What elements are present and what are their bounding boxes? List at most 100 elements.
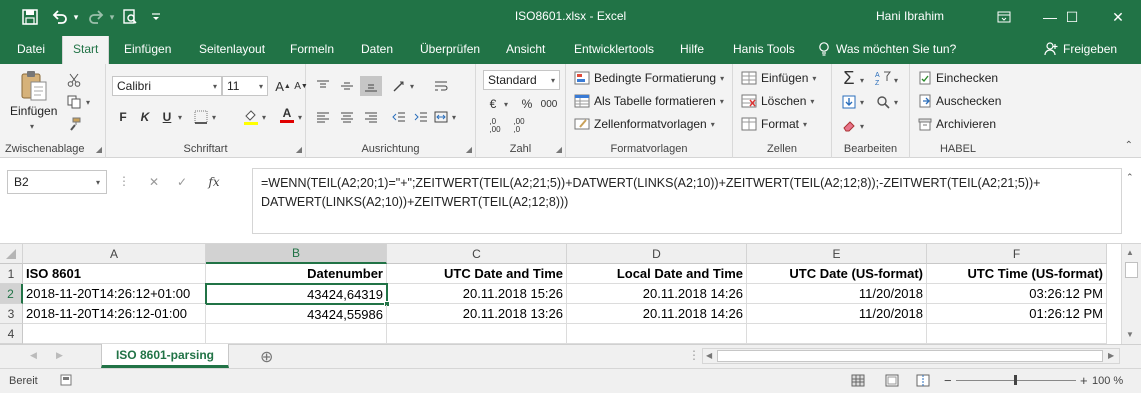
sheet-tab-iso-8601-parsing[interactable]: ISO 8601-parsing [101,344,229,368]
column-header-b[interactable]: B [206,244,387,264]
formula-input[interactable]: =WENN(TEIL(A2;20;1)="+";ZEITWERT(TEIL(A2… [252,168,1122,234]
scroll-right-icon[interactable]: ▶ [1108,351,1114,360]
autosum-dropdown-icon[interactable]: ▾ [860,76,864,85]
macro-record-icon[interactable] [60,374,72,389]
zoom-out-button[interactable]: − [944,373,952,388]
name-box[interactable]: B2 ▾ [7,170,107,194]
page-break-view-icon[interactable] [916,374,930,390]
sort-filter-button[interactable]: AZ [872,68,894,88]
cancel-formula-button[interactable]: ✕ [140,175,168,189]
cell-a4[interactable] [23,324,206,344]
copy-dropdown-icon[interactable]: ▾ [86,98,90,107]
column-header-d[interactable]: D [567,244,747,264]
currency-format-button[interactable]: € [482,94,504,114]
merge-dropdown-icon[interactable]: ▾ [452,113,456,122]
new-sheet-button[interactable]: ⊕ [260,347,273,367]
paste-button[interactable]: Einfügen [10,70,57,118]
tab-seitenlayout[interactable]: Seitenlayout [199,42,265,56]
cell-d4[interactable] [567,324,747,344]
fill-color-dropdown-icon[interactable]: ▾ [262,113,266,122]
cell-f3[interactable]: 01:26:12 PM [927,304,1107,324]
tab-formeln[interactable]: Formeln [290,42,334,56]
page-layout-view-icon[interactable] [885,374,899,390]
collapse-ribbon-icon[interactable]: ⌃ [1125,140,1133,151]
expand-formula-bar-icon[interactable]: ⌃ [1126,172,1134,183]
zoom-level[interactable]: 100 % [1092,375,1123,387]
cell-e1[interactable]: UTC Date (US-format) [747,264,927,284]
normal-view-icon[interactable] [851,374,865,390]
cell-e3[interactable]: 11/20/2018 [747,304,927,324]
underline-button[interactable]: U [156,107,178,127]
align-top-icon[interactable] [312,76,334,96]
find-select-button[interactable] [872,92,894,112]
tab-start[interactable]: Start [62,36,110,64]
thousands-separator-button[interactable]: 000 [538,94,560,114]
tab-datei[interactable]: Datei [17,42,45,56]
column-header-a[interactable]: A [23,244,206,264]
ribbon-display-options-icon[interactable] [981,0,1027,34]
fill-color-button[interactable] [240,107,262,127]
font-launcher-icon[interactable]: ◢ [296,145,302,154]
align-center-icon[interactable] [336,107,358,127]
font-color-dropdown-icon[interactable]: ▾ [298,113,302,122]
cell-a2[interactable]: 2018-11-20T14:26:12+01:00 [23,284,206,304]
find-dropdown-icon[interactable]: ▾ [894,98,898,107]
fill-dropdown-icon[interactable]: ▾ [860,98,864,107]
tab-hilfe[interactable]: Hilfe [680,42,704,56]
sort-dropdown-icon[interactable]: ▾ [894,76,898,85]
align-left-icon[interactable] [312,107,334,127]
share-button[interactable]: Freigeben [1044,42,1117,56]
clear-button[interactable] [838,116,860,136]
align-right-icon[interactable] [360,107,382,127]
orientation-icon[interactable] [388,76,410,96]
tell-me-search[interactable]: Was möchten Sie tun? [818,42,956,56]
cell-styles-button[interactable]: Zellenformatvorlagen ▾ [574,117,715,131]
cell-d2[interactable]: 20.11.2018 14:26 [567,284,747,304]
align-bottom-icon[interactable] [360,76,382,96]
format-cells-button[interactable]: Format ▾ [741,117,807,131]
format-painter-icon[interactable] [66,116,82,132]
cell-c1[interactable]: UTC Date and Time [387,264,567,284]
increase-decimal-button[interactable]: ,0,00 [484,116,506,136]
autosum-button[interactable]: Σ [838,68,860,88]
number-launcher-icon[interactable]: ◢ [556,145,562,154]
border-button[interactable] [190,107,212,127]
decrease-indent-icon[interactable] [388,107,410,127]
vertical-scroll-thumb[interactable] [1125,262,1138,278]
tab-daten[interactable]: Daten [361,42,393,56]
checkin-button[interactable]: Einchecken [918,71,998,85]
insert-cells-button[interactable]: Einfügen ▾ [741,71,816,85]
clipboard-launcher-icon[interactable]: ◢ [96,145,102,154]
conditional-formatting-button[interactable]: Bedingte Formatierung ▾ [574,71,724,85]
scroll-left-icon[interactable]: ◀ [706,351,712,360]
next-sheet-icon[interactable]: ▶ [56,350,63,361]
row-header-1[interactable]: 1 [0,264,23,284]
column-header-f[interactable]: F [927,244,1107,264]
zoom-slider[interactable] [956,375,1076,385]
cell-b4[interactable] [206,324,387,344]
alignment-launcher-icon[interactable]: ◢ [466,145,472,154]
close-button[interactable]: ✕ [1095,0,1141,34]
cell-c2[interactable]: 20.11.2018 15:26 [388,284,567,304]
horizontal-scroll-thumb[interactable] [717,350,1103,362]
scroll-down-icon[interactable]: ▼ [1126,330,1134,339]
increase-indent-icon[interactable] [410,107,432,127]
zoom-in-button[interactable]: + [1080,373,1088,388]
cell-f4[interactable] [927,324,1107,344]
insert-function-button[interactable]: fx [196,175,232,189]
clear-dropdown-icon[interactable]: ▾ [860,122,864,131]
row-header-4[interactable]: 4 [0,324,23,344]
percent-format-button[interactable]: % [516,94,538,114]
cell-b2[interactable]: 43424,64319 [205,283,388,305]
number-format-select[interactable]: Standard ▾ [483,70,560,90]
border-dropdown-icon[interactable]: ▾ [212,113,216,122]
user-name[interactable]: Hani Ibrahim [876,9,944,23]
column-header-c[interactable]: C [387,244,567,264]
cell-f1[interactable]: UTC Time (US-format) [927,264,1107,284]
checkout-button[interactable]: Auschecken [918,94,1001,108]
maximize-button[interactable]: ☐ [1049,0,1095,34]
cell-c4[interactable] [387,324,567,344]
cell-a3[interactable]: 2018-11-20T14:26:12-01:00 [23,304,206,324]
cell-b3[interactable]: 43424,55986 [206,305,387,324]
tab-split-handle-icon[interactable]: ⋮ [688,348,700,362]
